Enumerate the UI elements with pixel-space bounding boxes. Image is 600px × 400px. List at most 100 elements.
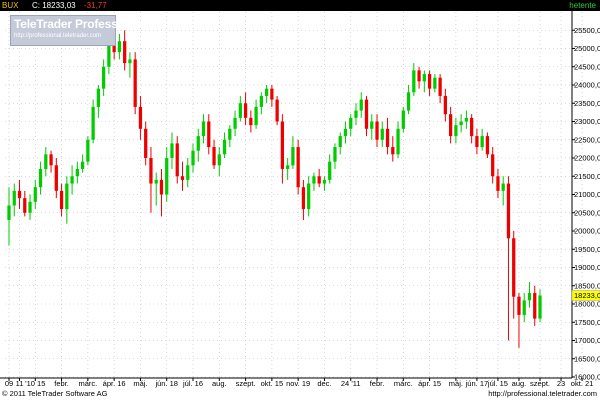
candle-body <box>107 44 111 67</box>
x-tick-label: márc. <box>78 379 97 388</box>
y-tick-label: 23000,00 <box>574 117 600 126</box>
candle-body <box>228 128 232 140</box>
y-tick-label: 20500,00 <box>574 208 600 217</box>
candle-body <box>96 88 101 107</box>
x-tick-label: 23 <box>557 379 565 388</box>
x-tick-label: ápr. 15 <box>418 379 441 388</box>
candle-body <box>259 95 263 107</box>
candle-body <box>54 165 58 191</box>
candle-body <box>70 176 74 184</box>
y-axis: 16000,0016500,0017000,0017500,0018000,00… <box>572 26 600 382</box>
x-axis: 09 11'10 15 febr. márc. ápr. 16 máj. jún. 18 jú… <box>5 378 593 388</box>
logo-url: http://professional.teletrader.com <box>14 33 102 39</box>
candle-body <box>364 99 369 129</box>
candle-body <box>522 300 526 315</box>
candle-body <box>470 117 474 137</box>
candle-body <box>33 187 37 202</box>
candle-body <box>417 70 421 82</box>
candle-body <box>491 154 495 177</box>
candle-body <box>427 74 432 89</box>
x-tick-label: 24 '11 <box>341 379 361 388</box>
candle-body <box>38 168 43 188</box>
candle-body <box>464 117 469 122</box>
candle-body <box>144 128 148 158</box>
candle-body <box>23 198 27 213</box>
candle-body <box>412 70 416 93</box>
candle-body <box>75 168 79 177</box>
candle-body <box>17 190 22 199</box>
candle-body <box>102 66 106 89</box>
candle-body <box>401 110 405 129</box>
candle-body <box>243 103 248 118</box>
candle-body <box>349 117 353 129</box>
candle-body <box>506 183 511 239</box>
candle-body <box>49 154 53 166</box>
candle-body <box>170 143 174 158</box>
x-tick-label: szept. <box>530 379 550 388</box>
candle-body <box>370 121 374 129</box>
y-tick-label: 18000,00 <box>574 300 600 309</box>
last-price-label: 18233,03 <box>574 291 600 300</box>
y-tick-label: 20000,00 <box>574 227 600 236</box>
x-tick-label: júl. 15 <box>487 379 508 388</box>
x-tick-label: aug. <box>512 379 527 388</box>
candle-body <box>175 143 179 177</box>
candle-body <box>196 136 200 151</box>
x-tick-label: dec. <box>317 379 331 388</box>
candle-body <box>317 176 321 184</box>
footer-site-link[interactable]: http://professional.teletrader.com <box>488 389 597 398</box>
y-tick-label: 23500,00 <box>574 99 600 108</box>
candle-body <box>165 158 169 195</box>
candle-body <box>180 176 185 180</box>
candle-body <box>354 110 358 118</box>
y-tick-label: 19500,00 <box>574 245 600 254</box>
candle-body <box>307 183 311 210</box>
y-tick-label: 17500,00 <box>574 318 600 327</box>
candle-body <box>517 296 521 315</box>
x-tick-label: okt. 15 <box>261 379 284 388</box>
candle-body <box>159 179 164 195</box>
y-tick-label: 21500,00 <box>574 172 600 181</box>
candle-body <box>333 147 337 162</box>
x-tick-label: febr. <box>370 379 385 388</box>
y-tick-label: 22500,00 <box>574 135 600 144</box>
candle-body <box>12 190 16 206</box>
y-tick-label: 24500,00 <box>574 62 600 71</box>
y-tick-label: 16500,00 <box>574 354 600 363</box>
candle-body <box>117 41 122 53</box>
candle-body <box>485 136 490 155</box>
x-tick-label: 09 <box>5 379 13 388</box>
x-tick-label: máj. <box>449 379 463 388</box>
y-tick-label: 21000,00 <box>574 190 600 199</box>
candle-body <box>286 165 290 169</box>
x-tick-label: nov. 19 <box>286 379 310 388</box>
candle-body <box>438 77 442 96</box>
candle-body <box>375 121 379 140</box>
candle-body <box>538 295 542 319</box>
candle-body <box>343 128 348 137</box>
copyright-text: © 2011 TeleTrader Software AG <box>2 389 108 398</box>
candle-body <box>149 158 153 184</box>
candle-body <box>191 150 195 166</box>
candle-body <box>533 293 537 319</box>
candle-body <box>512 238 516 297</box>
candle-body <box>86 139 90 162</box>
candle-body <box>207 121 211 148</box>
y-tick-label: 19000,00 <box>574 263 600 272</box>
candle-body <box>454 125 458 137</box>
candle-body <box>138 106 143 129</box>
candle-body <box>154 179 158 184</box>
candle-body <box>123 41 127 64</box>
candle-body <box>291 147 295 166</box>
logo-brand: TeleTrader Professional <box>14 17 145 31</box>
last-price-marker: 18233,03 <box>571 290 600 301</box>
x-tick-label: jún. 18 <box>154 379 178 388</box>
candle-body <box>380 128 384 140</box>
candle-body <box>475 136 479 148</box>
candle-body <box>322 179 327 184</box>
candle-body <box>222 139 227 155</box>
y-tick-label: 18500,00 <box>574 281 600 290</box>
candle-body <box>186 165 190 180</box>
candle-body <box>301 187 306 210</box>
y-tick-label: 17000,00 <box>574 336 600 345</box>
